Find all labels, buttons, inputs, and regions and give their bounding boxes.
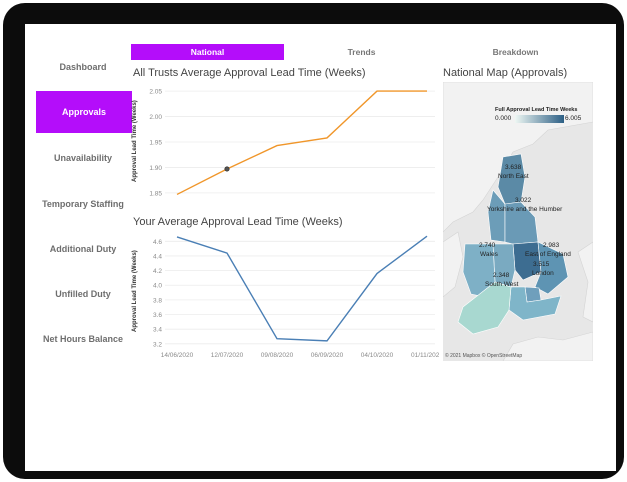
map-legend-gradient: [515, 115, 564, 123]
x-tick-label: 09/08/2020: [261, 352, 294, 359]
tablet-frame: Dashboard Approvals Unavailability Tempo…: [3, 3, 624, 479]
tab-national[interactable]: National: [131, 44, 284, 60]
y-tick-label: 4.4: [153, 253, 162, 260]
tab-breakdown[interactable]: Breakdown: [439, 44, 592, 60]
data-point: [224, 166, 230, 172]
y-tick-label: 4.2: [153, 268, 162, 275]
sidebar-nav: Dashboard Approvals Unavailability Tempo…: [25, 24, 145, 384]
region-label-yorkshire: Yorkshire and the Humber: [487, 206, 563, 213]
nav-item-approvals[interactable]: Approvals: [36, 91, 132, 133]
region-value-london: 3.515: [533, 261, 550, 268]
region-value-yorkshire: 3.022: [515, 197, 532, 204]
region-label-london: London: [532, 270, 554, 277]
chart-your-average: 3.2 3.4 3.6 3.8 4.0 4.2 4.4 4.6 14/06/2020 12/07/…: [153, 235, 439, 359]
y-tick-label: 4.6: [153, 239, 162, 246]
chart-title-all-trusts: All Trusts Average Approval Lead Time (W…: [133, 67, 366, 79]
region-label-wales: Wales: [480, 251, 498, 258]
chart-ylabel-all-trusts: Approval Lead Time (Weeks): [132, 100, 138, 182]
y-tick-label: 4.0: [153, 283, 162, 290]
y-tick-label: 2.00: [149, 114, 162, 121]
y-tick-label: 1.85: [149, 190, 162, 197]
y-tick-label: 1.90: [149, 165, 162, 172]
region-label-north-east: North East: [498, 173, 529, 180]
europe-landmass: [577, 241, 593, 323]
y-tick-label: 2.05: [149, 89, 162, 96]
map-legend-max: 6.005: [565, 115, 582, 122]
tab-trends[interactable]: Trends: [285, 44, 438, 60]
x-tick-label: 04/10/2020: [361, 352, 394, 359]
region-value-north-east: 3.638: [505, 164, 522, 171]
dashboard-screen: Dashboard Approvals Unavailability Tempo…: [25, 24, 616, 471]
x-tick-label: 06/09/2020: [311, 352, 344, 359]
map-legend-title: Full Approval Lead Time Weeks: [495, 107, 578, 113]
map-title: National Map (Approvals): [443, 67, 568, 79]
y-tick-label: 3.6: [153, 312, 162, 319]
x-tick-label: 01/11/2020: [411, 352, 439, 359]
region-label-east-of-england: East of England: [525, 251, 571, 258]
region-value-wales: 2.740: [479, 242, 496, 249]
map-graphic: [443, 82, 593, 361]
region-value-east-of-england: 2.983: [543, 242, 560, 249]
chart-all-trusts: 1.85 1.90 1.95 2.00 2.05: [149, 89, 435, 197]
chart-ylabel-your-average: Approval Lead Time (Weeks): [132, 250, 138, 332]
x-tick-label: 12/07/2020: [211, 352, 244, 359]
map-legend-min: 0.000: [495, 115, 512, 122]
x-tick-label: 14/06/2020: [161, 352, 194, 359]
y-tick-label: 3.4: [153, 327, 162, 334]
nav-item-dashboard[interactable]: Dashboard: [33, 60, 133, 74]
nav-item-additional-duty[interactable]: Additional Duty: [33, 242, 133, 256]
ireland-landmass: [443, 231, 464, 298]
series-line: [176, 235, 428, 342]
chart-title-your-average: Your Average Approval Lead Time (Weeks): [133, 216, 343, 228]
nav-item-unfilled-duty[interactable]: Unfilled Duty: [33, 287, 133, 301]
region-london: [524, 286, 542, 303]
region-label-south-west: South West: [485, 281, 519, 288]
nav-item-unavailability[interactable]: Unavailability: [33, 151, 133, 165]
nav-item-net-hours-balance[interactable]: Net Hours Balance: [33, 332, 133, 346]
map-copyright: © 2021 Mapbox © OpenStreetMap: [445, 353, 523, 359]
england-map[interactable]: Full Approval Lead Time Weeks 0.000 6.00…: [443, 82, 593, 361]
region-value-south-west: 2.348: [493, 272, 510, 279]
y-tick-label: 3.2: [153, 341, 162, 348]
nav-item-temporary-staffing[interactable]: Temporary Staffing: [33, 197, 133, 211]
y-tick-label: 3.8: [153, 297, 162, 304]
series-line: [176, 90, 427, 196]
y-tick-label: 1.95: [149, 140, 162, 147]
